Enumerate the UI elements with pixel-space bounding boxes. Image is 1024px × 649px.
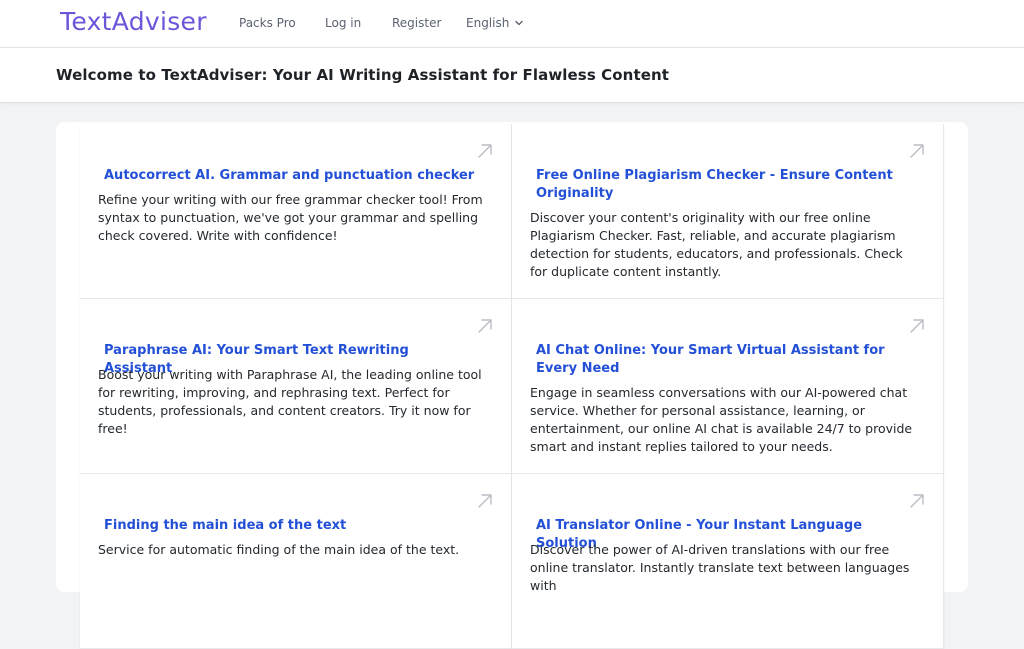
card-title[interactable]: Finding the main idea of the text: [104, 517, 481, 535]
service-card-paraphrase[interactable]: Paraphrase AI: Your Smart Text Rewriting…: [80, 299, 512, 474]
service-card-plagiarism[interactable]: Free Online Plagiarism Checker - Ensure …: [512, 124, 944, 299]
arrow-up-right-icon[interactable]: [909, 493, 925, 509]
title-bar: Welcome to TextAdviser: Your AI Writing …: [0, 48, 1024, 103]
card-description: Service for automatic finding of the mai…: [98, 542, 460, 557]
card-description: Boost your writing with Paraphrase AI, t…: [98, 367, 482, 436]
service-card-autocorrect[interactable]: Autocorrect AI. Grammar and punctuation …: [80, 124, 512, 299]
card-title[interactable]: AI Chat Online: Your Smart Virtual Assis…: [536, 342, 913, 378]
logo[interactable]: TextAdviser: [60, 7, 207, 36]
nav-packs-pro[interactable]: Packs Pro: [239, 16, 296, 30]
card-description: Discover your content's originality with…: [530, 210, 903, 279]
service-card-translator[interactable]: AI Translator Online - Your Instant Lang…: [512, 474, 944, 649]
arrow-up-right-icon[interactable]: [909, 143, 925, 159]
arrow-up-right-icon[interactable]: [477, 493, 493, 509]
top-navigation-bar: TextAdviser Packs Pro Log in Register En…: [0, 0, 1024, 48]
card-title[interactable]: Autocorrect AI. Grammar and punctuation …: [104, 167, 481, 185]
page-title: Welcome to TextAdviser: Your AI Writing …: [56, 66, 670, 84]
arrow-up-right-icon[interactable]: [909, 318, 925, 334]
nav-register[interactable]: Register: [392, 16, 441, 30]
language-label: English: [466, 16, 510, 30]
language-dropdown[interactable]: English: [466, 16, 524, 30]
service-card-main-idea[interactable]: Finding the main idea of the text Servic…: [80, 474, 512, 649]
card-title[interactable]: Free Online Plagiarism Checker - Ensure …: [536, 167, 913, 203]
arrow-up-right-icon[interactable]: [477, 143, 493, 159]
service-card-ai-chat[interactable]: AI Chat Online: Your Smart Virtual Assis…: [512, 299, 944, 474]
card-description: Engage in seamless conversations with ou…: [530, 385, 913, 454]
card-description: Refine your writing with our free gramma…: [98, 192, 483, 243]
card-description: Discover the power of AI-driven translat…: [530, 542, 910, 593]
chevron-down-icon: [515, 20, 524, 26]
nav-login[interactable]: Log in: [325, 16, 361, 30]
arrow-up-right-icon[interactable]: [477, 318, 493, 334]
